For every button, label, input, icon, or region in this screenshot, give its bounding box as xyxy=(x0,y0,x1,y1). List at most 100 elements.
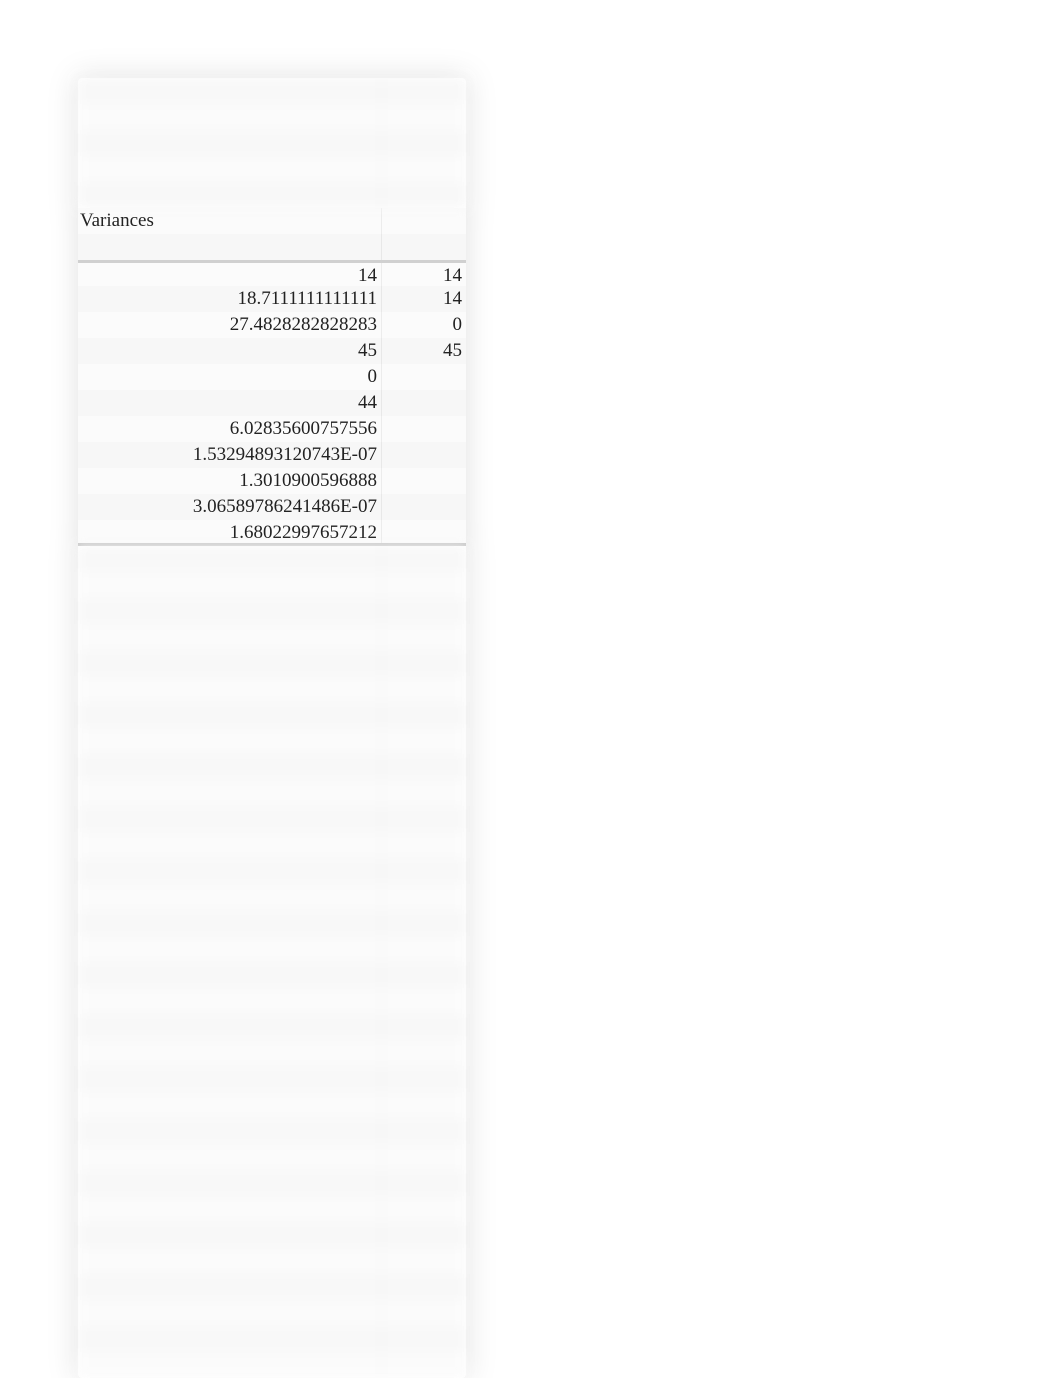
cell-col1 xyxy=(78,1352,382,1378)
cell-col1 xyxy=(78,702,382,728)
cell-col2 xyxy=(382,494,466,520)
row-label: Variances xyxy=(78,208,382,234)
table-row xyxy=(78,598,466,624)
cell-col1 xyxy=(78,806,382,832)
cell-col1 xyxy=(78,598,382,624)
cell-col1 xyxy=(78,910,382,936)
cell-col2 xyxy=(382,182,466,208)
cell-col2 xyxy=(382,1248,466,1274)
cell-col1 xyxy=(78,572,382,598)
table-row xyxy=(78,1144,466,1170)
cell-col1: 1.53294893120743E-07 xyxy=(78,442,382,468)
cell-col1 xyxy=(78,182,382,208)
cell-col2 xyxy=(382,1274,466,1300)
table-row xyxy=(78,156,466,182)
table-row xyxy=(78,754,466,780)
cell-col1: 14 xyxy=(78,263,382,286)
cell-col2 xyxy=(382,624,466,650)
cell-col1: 18.7111111111111 xyxy=(78,286,382,312)
cell-col1 xyxy=(78,78,382,104)
cell-col1 xyxy=(78,676,382,702)
table-row xyxy=(78,676,466,702)
table-row xyxy=(78,1326,466,1352)
table-row: 44 xyxy=(78,390,466,416)
table-row xyxy=(78,182,466,208)
cell-col2 xyxy=(382,650,466,676)
cell-col2 xyxy=(382,520,466,543)
blurred-bottom-section xyxy=(78,546,466,1378)
cell-col2 xyxy=(382,832,466,858)
cell-col2 xyxy=(382,442,466,468)
table-row: 3.06589786241486E-07 xyxy=(78,494,466,520)
table-row xyxy=(78,624,466,650)
cell-col2 xyxy=(382,208,466,234)
table-row xyxy=(78,962,466,988)
cell-col1 xyxy=(78,832,382,858)
table-row xyxy=(78,1092,466,1118)
table-row: 18.711111111111114 xyxy=(78,286,466,312)
cell-col2: 45 xyxy=(382,338,466,364)
cell-col1 xyxy=(78,858,382,884)
cell-col1 xyxy=(78,754,382,780)
table-row: 6.02835600757556 xyxy=(78,416,466,442)
cell-col2 xyxy=(382,1300,466,1326)
cell-col2 xyxy=(382,806,466,832)
cell-col2 xyxy=(382,1196,466,1222)
table-row xyxy=(78,806,466,832)
table-row xyxy=(78,572,466,598)
cell-col1 xyxy=(78,104,382,130)
cell-col1 xyxy=(78,1196,382,1222)
table-row xyxy=(78,884,466,910)
table-row xyxy=(78,1222,466,1248)
cell-col2 xyxy=(382,884,466,910)
cell-col2 xyxy=(382,78,466,104)
cell-col2 xyxy=(382,780,466,806)
table-row: 1.53294893120743E-07 xyxy=(78,442,466,468)
cell-col1 xyxy=(78,780,382,806)
table-row: 1.68022997657212 xyxy=(78,520,466,546)
cell-col2 xyxy=(382,754,466,780)
cell-col2 xyxy=(382,1222,466,1248)
cell-col2 xyxy=(382,546,466,572)
cell-col2 xyxy=(382,364,466,390)
table-row: 1414 xyxy=(78,260,466,286)
cell-col2 xyxy=(382,416,466,442)
cell-col1 xyxy=(78,156,382,182)
table-row xyxy=(78,1300,466,1326)
cell-col2: 0 xyxy=(382,312,466,338)
cell-col2 xyxy=(382,702,466,728)
cell-col1 xyxy=(78,962,382,988)
cell-col2 xyxy=(382,676,466,702)
cell-col2 xyxy=(382,468,466,494)
cell-col1 xyxy=(78,1144,382,1170)
cell-col2 xyxy=(382,988,466,1014)
cell-col1: 0 xyxy=(78,364,382,390)
cell-col1 xyxy=(78,1222,382,1248)
cell-col1: 1.3010900596888 xyxy=(78,468,382,494)
cell-col1: 3.06589786241486E-07 xyxy=(78,494,382,520)
table-row xyxy=(78,104,466,130)
table-row xyxy=(78,910,466,936)
cell-col2 xyxy=(382,1040,466,1066)
table-row xyxy=(78,1248,466,1274)
cell-col2 xyxy=(382,1352,466,1378)
table-row xyxy=(78,936,466,962)
cell-col2 xyxy=(382,936,466,962)
cell-col2 xyxy=(382,962,466,988)
table-row xyxy=(78,1040,466,1066)
cell-col2 xyxy=(382,1170,466,1196)
table-row xyxy=(78,1014,466,1040)
cell-col2: 14 xyxy=(382,286,466,312)
cell-col1 xyxy=(78,650,382,676)
cell-col2 xyxy=(382,728,466,754)
cell-col1: 1.68022997657212 xyxy=(78,520,382,543)
cell-col1 xyxy=(78,1300,382,1326)
cell-col2 xyxy=(382,130,466,156)
cell-col2: 14 xyxy=(382,263,466,286)
table-row: 1.3010900596888 xyxy=(78,468,466,494)
cell-col2 xyxy=(382,598,466,624)
cell-col2 xyxy=(382,1144,466,1170)
cell-col2 xyxy=(382,234,466,260)
cell-col2 xyxy=(382,1014,466,1040)
cell-col1 xyxy=(78,1248,382,1274)
